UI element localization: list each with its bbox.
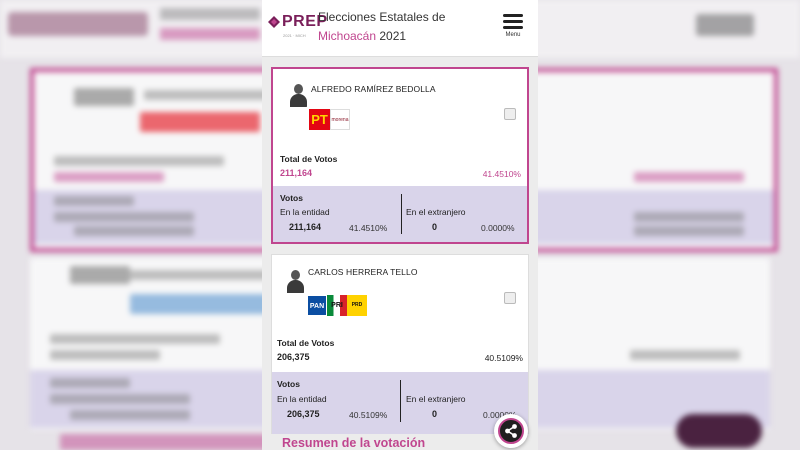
title-accent: Michoacán bbox=[318, 29, 377, 43]
share-button[interactable] bbox=[494, 414, 528, 448]
share-icon bbox=[498, 418, 524, 444]
entidad-pct: 40.5109% bbox=[349, 410, 388, 420]
candidate-avatar bbox=[287, 81, 309, 107]
candidate-card[interactable]: CARLOS HERRERA TELLO PAN PRI PRD Total d… bbox=[271, 254, 529, 434]
bg-avatar bbox=[74, 88, 134, 106]
entidad-pct: 41.4510% bbox=[349, 223, 388, 233]
bg-entidad-val-2 bbox=[70, 410, 190, 420]
entidad-votes: 206,375 bbox=[287, 409, 320, 419]
extranjero-votes: 0 bbox=[432, 222, 438, 232]
bg-entidad-val bbox=[74, 226, 194, 236]
bg-total-label bbox=[54, 156, 224, 166]
bg-total-value bbox=[54, 172, 164, 182]
extranjero-votes: 0 bbox=[432, 409, 438, 419]
title-year: 2021 bbox=[379, 29, 407, 43]
hamburger-icon bbox=[501, 14, 525, 29]
bg-menu bbox=[696, 14, 754, 36]
bg-party-2 bbox=[130, 294, 280, 314]
bg-total-pct bbox=[634, 172, 744, 182]
divider bbox=[400, 380, 401, 422]
page-title: Elecciones Estatales de Michoacán 2021 bbox=[318, 8, 445, 46]
extranjero-label: En el extranjero bbox=[406, 394, 466, 404]
bg-title bbox=[160, 8, 260, 20]
pri-party-icon: PRI bbox=[327, 295, 347, 316]
votos-label: Votos bbox=[277, 379, 300, 389]
votes-breakdown: Votos En la entidad 206,375 40.5109% En … bbox=[272, 372, 528, 434]
menu-button[interactable]: Menu bbox=[501, 14, 525, 44]
bg-votes-label bbox=[54, 196, 134, 206]
bg-name-2 bbox=[130, 270, 280, 280]
bg-entidad-2 bbox=[50, 394, 190, 404]
divider bbox=[401, 194, 402, 234]
bg-avatar-2 bbox=[70, 266, 130, 284]
phone-view: PREP 2021 · MICH Elecciones Estatales de… bbox=[262, 0, 538, 450]
extranjero-pct: 0.0000% bbox=[481, 223, 515, 233]
pan-party-icon: PAN bbox=[307, 295, 327, 316]
party-logos: PAN PRI PRD bbox=[307, 295, 369, 316]
bg-total-pct-2 bbox=[630, 350, 740, 360]
party-logos: PT morena bbox=[309, 109, 351, 130]
extranjero-label: En el extranjero bbox=[406, 207, 466, 217]
pt-party-icon: PT bbox=[309, 109, 330, 130]
candidate-name: CARLOS HERRERA TELLO bbox=[308, 267, 418, 277]
bg-total-value-2 bbox=[50, 350, 160, 360]
bg-total-label-2 bbox=[50, 334, 220, 344]
prep-logo[interactable]: PREP 2021 · MICH bbox=[268, 12, 327, 42]
bg-entidad bbox=[54, 212, 194, 222]
prep-diamond-icon bbox=[268, 16, 280, 28]
prep-logo-sub: 2021 · MICH bbox=[283, 33, 306, 38]
bg-extr-val bbox=[634, 226, 744, 236]
prd-party-icon: PRD bbox=[347, 295, 367, 316]
morena-party-icon: morena bbox=[330, 109, 350, 130]
total-votes-value: 211,164 bbox=[280, 168, 313, 178]
bg-extr bbox=[634, 212, 744, 222]
total-votes-pct: 41.4510% bbox=[482, 169, 521, 179]
candidate-card[interactable]: ALFREDO RAMÍREZ BEDOLLA PT morena Total … bbox=[271, 67, 529, 244]
entidad-label: En la entidad bbox=[277, 394, 327, 404]
entidad-votes: 211,164 bbox=[289, 222, 322, 232]
votos-label: Votos bbox=[280, 193, 303, 203]
bg-subtitle bbox=[160, 28, 260, 40]
bg-logo bbox=[8, 12, 148, 36]
votes-breakdown: Votos En la entidad 211,164 41.4510% En … bbox=[273, 186, 527, 242]
menu-label: Menu bbox=[505, 32, 521, 38]
candidate-checkbox[interactable] bbox=[504, 108, 516, 120]
total-votes-pct: 40.5109% bbox=[484, 353, 523, 363]
entidad-label: En la entidad bbox=[280, 207, 330, 217]
candidate-avatar bbox=[284, 267, 306, 293]
total-votes-label: Total de Votos bbox=[280, 154, 338, 164]
total-votes-value: 206,375 bbox=[277, 352, 310, 362]
candidate-name: ALFREDO RAMÍREZ BEDOLLA bbox=[311, 84, 436, 94]
bg-party bbox=[140, 112, 260, 132]
summary-title[interactable]: Resumen de la votación bbox=[282, 436, 425, 450]
app-header: PREP 2021 · MICH Elecciones Estatales de… bbox=[262, 0, 538, 57]
bg-share bbox=[676, 414, 762, 448]
total-votes-label: Total de Votos bbox=[277, 338, 335, 348]
title-line1: Elecciones Estatales de bbox=[318, 10, 446, 24]
candidate-checkbox[interactable] bbox=[504, 292, 516, 304]
bg-votes-label-2 bbox=[50, 378, 130, 388]
